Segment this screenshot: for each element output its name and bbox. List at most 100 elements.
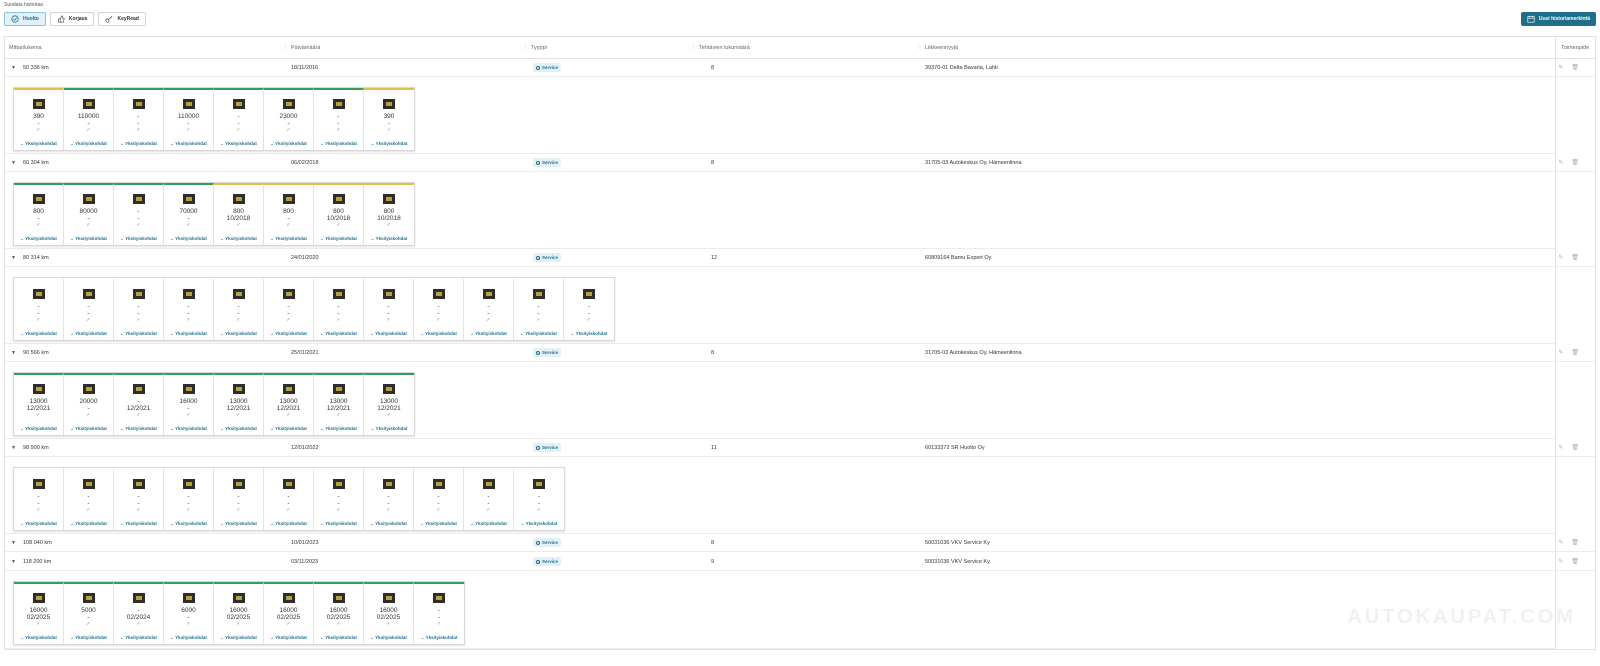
table-row[interactable]: ▼ 118 200 km 03/11/2023 Service 9 50031036 VK… <box>5 553 1595 571</box>
expand-caret-icon[interactable]: ▼ <box>11 439 16 457</box>
details-link[interactable]: ⌄ Yksityiskohdat <box>564 331 614 337</box>
details-link[interactable]: ⌄ Yksityiskohdat <box>114 521 163 527</box>
details-link[interactable]: ⌄ Yksityiskohdat <box>64 521 113 527</box>
filter-korjaus-button[interactable]: Korjaus <box>49 12 95 26</box>
details-link[interactable]: ⌄ Yksityiskohdat <box>264 331 313 337</box>
task-card-date: - <box>487 310 490 317</box>
details-link[interactable]: ⌄ Yksityiskohdat <box>114 141 163 147</box>
details-link[interactable]: ⌄ Yksityiskohdat <box>314 521 363 527</box>
details-link[interactable]: ⌄ Yksityiskohdat <box>164 141 213 147</box>
details-link[interactable]: ⌄ Yksityiskohdat <box>114 236 163 242</box>
details-link[interactable]: ⌄ Yksityiskohdat <box>464 331 513 337</box>
edit-icon[interactable]: ✎ <box>1558 160 1571 166</box>
details-link[interactable]: ⌄ Yksityiskohdat <box>264 141 313 147</box>
details-link[interactable]: ⌄ Yksityiskohdat <box>264 635 313 641</box>
details-link[interactable]: ⌄ Yksityiskohdat <box>314 635 363 641</box>
details-link[interactable]: ⌄ Yksityiskohdat <box>214 331 263 337</box>
details-link[interactable]: ⌄ Yksityiskohdat <box>314 141 363 147</box>
details-link[interactable]: ⌄ Yksityiskohdat <box>364 141 414 147</box>
table-row[interactable]: ▼ 80 314 km 24/01/2020 Service 12 60809164 Ba… <box>5 249 1595 267</box>
details-link[interactable]: ⌄ Yksityiskohdat <box>214 141 263 147</box>
table-row[interactable]: ▼ 50 336 km 18/11/2016 Service 8 39370-01 Del… <box>5 59 1595 77</box>
edit-icon[interactable]: ✎ <box>1558 350 1571 356</box>
details-link[interactable]: ⌄ Yksityiskohdat <box>264 236 313 242</box>
filter-keyread-button[interactable]: KeyRead <box>98 12 146 26</box>
details-link[interactable]: ⌄ Yksityiskohdat <box>414 521 463 527</box>
details-link[interactable]: ⌄ Yksityiskohdat <box>514 521 564 527</box>
details-link[interactable]: ⌄ Yksityiskohdat <box>364 331 413 337</box>
details-link[interactable]: ⌄ Yksityiskohdat <box>64 426 113 432</box>
details-link[interactable]: ⌄ Yksityiskohdat <box>164 236 213 242</box>
edit-icon[interactable]: ✎ <box>1558 559 1571 565</box>
col-type[interactable]: Tyyppi <box>531 37 547 59</box>
task-card: 390- ✓ ⌄ Yksityiskohdat <box>14 88 64 150</box>
details-link[interactable]: ⌄ Yksityiskohdat <box>414 331 463 337</box>
edit-icon[interactable]: ✎ <box>1558 255 1571 261</box>
details-link[interactable]: ⌄ Yksityiskohdat <box>164 521 213 527</box>
delete-icon[interactable]: 🗑 <box>1571 255 1587 261</box>
expand-caret-icon[interactable]: ▼ <box>11 249 16 267</box>
details-link[interactable]: ⌄ Yksityiskohdat <box>514 331 563 337</box>
details-link[interactable]: ⌄ Yksityiskohdat <box>64 331 113 337</box>
service-part-icon <box>132 593 145 603</box>
table-row[interactable]: ▼ 108 040 km 10/01/2023 Service 8 50031036 VK… <box>5 534 1595 552</box>
details-link[interactable]: ⌄ Yksityiskohdat <box>364 426 414 432</box>
details-link[interactable]: ⌄ Yksityiskohdat <box>214 426 263 432</box>
delete-icon[interactable]: 🗑 <box>1571 559 1587 565</box>
details-link[interactable]: ⌄ Yksityiskohdat <box>14 426 63 432</box>
delete-icon[interactable]: 🗑 <box>1571 65 1587 71</box>
delete-icon[interactable]: 🗑 <box>1571 350 1587 356</box>
filter-huolto-button[interactable]: Huolto <box>4 12 46 26</box>
col-seller[interactable]: Liikkeennyyjä <box>925 37 958 59</box>
details-link[interactable]: ⌄ Yksityiskohdat <box>14 331 63 337</box>
col-task-count[interactable]: Tehtävien lukumäärä <box>699 37 750 59</box>
details-link[interactable]: ⌄ Yksityiskohdat <box>164 426 213 432</box>
check-icon: ✓ <box>486 507 491 513</box>
table-row[interactable]: ▼ 98 900 km 12/01/2022 Service 11 60133373 SR… <box>5 439 1595 457</box>
expand-caret-icon[interactable]: ▼ <box>11 553 16 571</box>
details-link[interactable]: ⌄ Yksityiskohdat <box>14 236 63 242</box>
col-date[interactable]: Päivämäärä <box>291 37 320 59</box>
delete-icon[interactable]: 🗑 <box>1571 540 1587 546</box>
details-link[interactable]: ⌄ Yksityiskohdat <box>214 635 263 641</box>
expand-caret-icon[interactable]: ▼ <box>11 154 16 172</box>
details-link[interactable]: ⌄ Yksityiskohdat <box>114 331 163 337</box>
details-link[interactable]: ⌄ Yksityiskohdat <box>314 236 363 242</box>
details-link[interactable]: ⌄ Yksityiskohdat <box>164 635 213 641</box>
details-link[interactable]: ⌄ Yksityiskohdat <box>14 141 63 147</box>
check-icon: ✓ <box>36 412 41 418</box>
details-link[interactable]: ⌄ Yksityiskohdat <box>114 635 163 641</box>
col-odometer[interactable]: Mittarilukema <box>9 37 42 59</box>
details-link[interactable]: ⌄ Yksityiskohdat <box>64 635 113 641</box>
edit-icon[interactable]: ✎ <box>1558 445 1571 451</box>
details-link[interactable]: ⌄ Yksityiskohdat <box>364 521 413 527</box>
expand-caret-icon[interactable]: ▼ <box>11 59 16 77</box>
expand-caret-icon[interactable]: ▼ <box>11 344 16 362</box>
details-link[interactable]: ⌄ Yksityiskohdat <box>64 236 113 242</box>
details-link[interactable]: ⌄ Yksityiskohdat <box>314 331 363 337</box>
task-card-date: 10/2018 <box>326 215 351 222</box>
details-link[interactable]: ⌄ Yksityiskohdat <box>14 635 63 641</box>
task-card-value: 13000 <box>379 398 399 405</box>
details-link[interactable]: ⌄ Yksityiskohdat <box>364 635 413 641</box>
expand-caret-icon[interactable]: ▼ <box>11 534 16 552</box>
table-row[interactable]: ▼ 60 304 km 06/02/2018 Service 8 31705-03 Aut… <box>5 154 1595 172</box>
new-history-entry-button[interactable]: Uusi historiamerkintä <box>1520 12 1596 26</box>
details-link[interactable]: ⌄ Yksityiskohdat <box>264 426 313 432</box>
edit-icon[interactable]: ✎ <box>1558 65 1571 71</box>
table-row[interactable]: ▼ 90 566 km 25/01/2021 Service 8 31705-03 Aut… <box>5 344 1595 362</box>
details-link[interactable]: ⌄ Yksityiskohdat <box>214 521 263 527</box>
details-link[interactable]: ⌄ Yksityiskohdat <box>14 521 63 527</box>
details-link[interactable]: ⌄ Yksityiskohdat <box>64 141 113 147</box>
details-link[interactable]: ⌄ Yksityiskohdat <box>214 236 263 242</box>
details-link[interactable]: ⌄ Yksityiskohdat <box>314 426 363 432</box>
details-link[interactable]: ⌄ Yksityiskohdat <box>114 426 163 432</box>
details-link[interactable]: ⌄ Yksityiskohdat <box>164 331 213 337</box>
delete-icon[interactable]: 🗑 <box>1571 445 1587 451</box>
delete-icon[interactable]: 🗑 <box>1571 160 1587 166</box>
details-link[interactable]: ⌄ Yksityiskohdat <box>364 236 414 242</box>
details-link[interactable]: ⌄ Yksityiskohdat <box>414 635 464 641</box>
details-link[interactable]: ⌄ Yksityiskohdat <box>464 521 513 527</box>
edit-icon[interactable]: ✎ <box>1558 540 1571 546</box>
details-link[interactable]: ⌄ Yksityiskohdat <box>264 521 313 527</box>
